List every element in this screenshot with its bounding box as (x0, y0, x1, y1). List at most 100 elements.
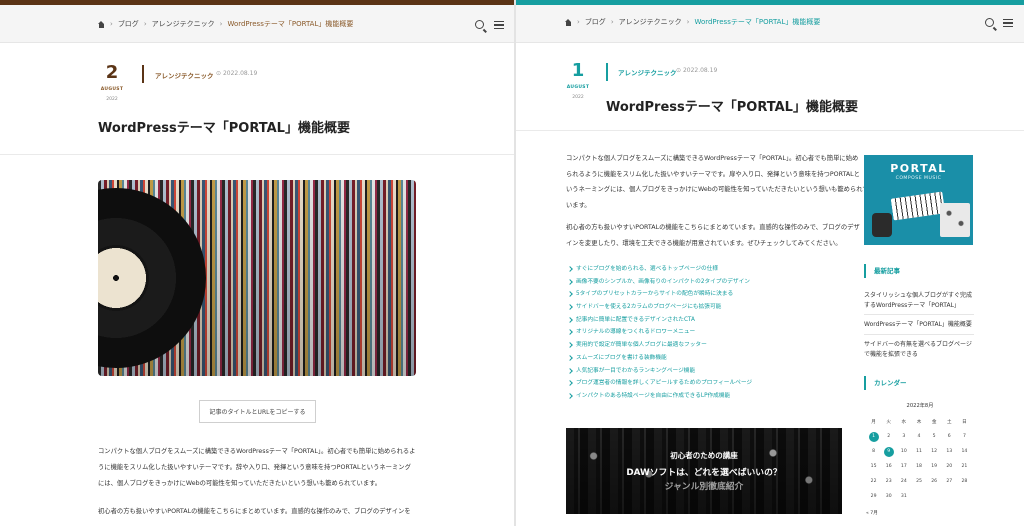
chevron-right-icon: › (143, 20, 147, 28)
calendar-day: 25 (916, 479, 922, 484)
header: › ブログ › アレンジテクニック › WordPressテーマ「PORTAL」… (0, 5, 514, 43)
calendar-day: 13 (946, 449, 953, 454)
feature-link[interactable]: 画像不要のシンプルか、画像有りのインパクトの2タイプのデザイン (568, 276, 752, 289)
post-date-block: 1 AUGUST 2022 (566, 60, 590, 100)
breadcrumb-blog[interactable]: ブログ (118, 19, 139, 29)
calendar-day: 21 (961, 464, 968, 469)
hamburger-menu-icon[interactable] (1003, 19, 1013, 27)
calendar-day: 7 (962, 434, 966, 439)
search-icon[interactable] (475, 20, 484, 29)
calendar-week: 22 23 24 25 26 27 28 (866, 474, 972, 489)
feature-link[interactable]: 実用的で設定が簡単な個人ブログに最適なフッター (568, 339, 752, 352)
promo-line-3: ジャンル別徹底紹介 (664, 482, 744, 492)
calendar-caption: 2022年8月 (906, 403, 934, 409)
feature-link[interactable]: 人気記事が一目でわかるランキングページ機能 (568, 365, 752, 378)
hand-image (872, 213, 892, 237)
calendar-day-with-post[interactable]: 9 (881, 444, 896, 459)
calendar-day-number[interactable]: 1 (868, 431, 879, 442)
calendar-day: 6 (947, 434, 951, 439)
search-icon[interactable] (985, 18, 994, 27)
divider-bar (142, 65, 144, 83)
calendar-day: 15 (870, 464, 877, 469)
feature-link[interactable]: スムーズにブログを書ける装飾機能 (568, 352, 752, 365)
breadcrumb-blog[interactable]: ブログ (585, 17, 606, 27)
hamburger-menu-icon[interactable] (494, 21, 504, 29)
copy-title-url-button[interactable]: 記事のタイトルとURLをコピーする (199, 400, 316, 423)
calendar-weekday: 月 (871, 419, 876, 425)
promo-line-1: 初心者のための講座 (670, 451, 738, 460)
chevron-right-icon: › (110, 20, 113, 28)
calendar-day (927, 489, 942, 504)
calendar-day: 28 (961, 479, 968, 484)
calendar-day: 31 (900, 494, 907, 499)
breadcrumb-category[interactable]: アレンジテクニック (152, 19, 215, 29)
calendar-day (911, 489, 926, 504)
calendar-day: 5 (932, 434, 936, 439)
calendar-day: 20 (946, 464, 953, 469)
body-line: コンパクトな個人ブログをスムーズに構築できるWordPressテーマ「PORTA… (566, 155, 859, 162)
calendar-weekday: 日 (962, 419, 967, 425)
calendar-day: 30 (885, 494, 892, 499)
calendar-day-number[interactable]: 9 (883, 446, 894, 457)
calendar-week: 29 30 31 (866, 489, 972, 504)
body-line: 初心者の方も扱いやすいPORTALの機能をこちらにまとめています。直感的な操作の… (566, 224, 860, 231)
post-category[interactable]: アレンジテクニック (618, 67, 677, 77)
calendar-day: 23 (885, 479, 892, 484)
calendar-day: 18 (916, 464, 922, 469)
body-line: いうネーミングには、個人ブログをきっかけにWebの可能性を知っていただきたいとい… (566, 186, 869, 193)
feature-link[interactable]: インパクトのある特設ページを自由に作成できるLP作成機能 (568, 390, 752, 403)
feature-link[interactable]: ブログ運営者の情報を詳しくアピールするためのプロフィールページ (568, 377, 752, 390)
divider-bar (606, 63, 608, 81)
calendar-weekday: 火 (886, 419, 892, 425)
calendar-weekday: 土 (946, 419, 952, 425)
feature-link[interactable]: すぐにブログを始められる、選べるトップページの仕様 (568, 263, 752, 276)
date-day: 1 (571, 60, 585, 81)
body-line: られるように機能をスリム化した扱いやすいテーマです。扉や入り口、発揮という意味を… (566, 170, 860, 178)
post-date: ⊙ 2022.08.19 (216, 70, 258, 77)
sidebar-ad-portal[interactable]: PORTAL COMPOSE MUSIC (864, 155, 973, 245)
calendar-week: 1 2 3 4 5 6 7 (866, 429, 972, 444)
calendar-day-with-post[interactable]: 1 (866, 429, 881, 444)
calendar-day: 8 (872, 449, 876, 454)
calendar-prev-month-link[interactable]: « 7月 (866, 510, 976, 516)
calendar-day: 12 (931, 449, 938, 454)
ad-title: PORTAL (890, 162, 947, 175)
calendar-day: 11 (916, 449, 922, 454)
post-date: ⊙ 2022.08.19 (676, 67, 718, 74)
post-category[interactable]: アレンジテクニック (155, 70, 214, 80)
home-icon[interactable] (565, 18, 572, 26)
vinyl-record (98, 188, 206, 368)
feature-link[interactable]: オリジナルの導線をつくれるドロワーメニュー (568, 326, 752, 339)
calendar-day: 19 (931, 464, 938, 469)
feature-link[interactable]: 5タイプのプリセットカラーからサイトの配色が瞬時に決まる (568, 288, 752, 301)
body-paragraph-2: 初心者の方も扱いやすいPORTALの機能をこちらにまとめています。直感的な操作の… (98, 508, 411, 515)
recent-post-link[interactable]: サイドバーの有無を選べるブログページで機能を拡張できる (864, 340, 976, 360)
ad-subtitle: COMPOSE MUSIC (895, 176, 942, 181)
recent-post-link[interactable]: WordPressテーマ「PORTAL」機能概要 (864, 320, 976, 330)
body-line: には、個人ブログをきっかけにWebの可能性を知っていただきたいという想いも籠めら… (98, 480, 382, 487)
promo-banner-daw[interactable]: 初心者のための講座 DAWソフトは、どれを選べばいいの？ ジャンル別徹底紹介 (566, 428, 842, 514)
recent-post-link[interactable]: スタイリッシュな個人ブログがすぐ完成するWordPressテーマ「PORTAL」 (864, 291, 976, 311)
body-line: うに機能をスリム化した扱いやすいテーマです。辞や入り口、発揮という意味を持つPO… (98, 464, 411, 471)
home-icon[interactable] (98, 20, 105, 28)
calendar: 2022年8月 月火水木金土日 1 2 3 4 5 6 7 8 9 10 11 12 13 14 15 16 1… (864, 402, 976, 516)
calendar-day: 16 (885, 464, 892, 469)
date-day: 2 (105, 62, 119, 83)
breadcrumb-current: WordPressテーマ「PORTAL」機能概要 (227, 20, 354, 28)
feature-link[interactable]: 記事内に簡単に配置できるデザインされたCTA (568, 314, 752, 327)
calendar-day: 22 (870, 479, 877, 484)
body-paragraph: コンパクトな個人ブログをスムーズに構築できるWordPressテーマ「PORTA… (566, 151, 869, 213)
divider (864, 314, 974, 315)
calendar-week: 15 16 17 18 19 20 21 (866, 459, 972, 474)
divider (516, 130, 1024, 131)
calendar-weekday: 金 (931, 419, 937, 425)
calendar-day: 10 (900, 449, 907, 454)
calendar-day: 29 (870, 494, 877, 499)
calendar-day: 26 (931, 479, 938, 484)
date-year: 2022 (106, 97, 118, 102)
breadcrumb-current: WordPressテーマ「PORTAL」機能概要 (694, 18, 821, 26)
feature-link[interactable]: サイドバーを使える2カラムのブログページにも拡張可能 (568, 301, 752, 314)
breadcrumb-category[interactable]: アレンジテクニック (619, 17, 682, 27)
device-image (940, 203, 970, 237)
date-month: AUGUST (100, 87, 124, 92)
